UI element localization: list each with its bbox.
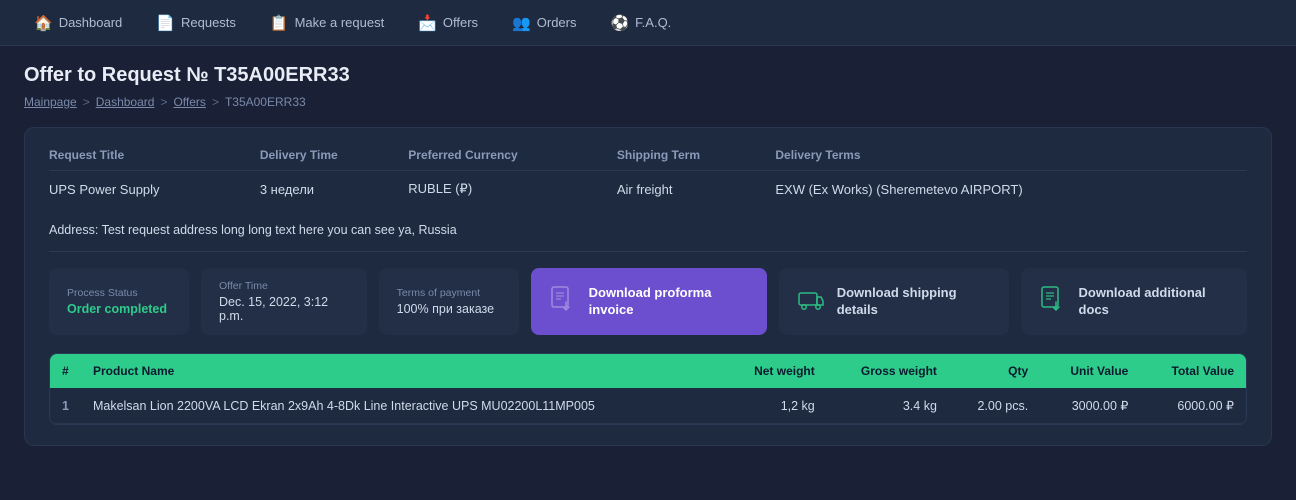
main-content: Offer to Request № T35A00ERR33 Mainpage … (0, 46, 1296, 464)
nav-make-request-label: Make a request (295, 15, 385, 30)
table-row: 1 Makelsan Lion 2200VA LCD Ekran 2x9Ah 4… (50, 388, 1246, 424)
breadcrumb-sep-2: > (160, 95, 167, 109)
proforma-btn-label: Download proforma invoice (589, 285, 749, 319)
th-product: Product Name (81, 354, 723, 388)
breadcrumb: Mainpage > Dashboard > Offers > T35A00ER… (24, 95, 1272, 109)
breadcrumb-dashboard[interactable]: Dashboard (96, 95, 155, 109)
download-proforma-button[interactable]: Download proforma invoice (531, 268, 767, 335)
orders-icon: 👥 (512, 14, 531, 32)
col-delivery-terms: Delivery Terms (775, 148, 1247, 171)
breadcrumb-offers[interactable]: Offers (173, 95, 205, 109)
requests-icon: 📄 (156, 14, 175, 32)
nav-requests-label: Requests (181, 15, 236, 30)
nav-offers-label: Offers (443, 15, 478, 30)
main-card: Request Title Delivery Time Preferred Cu… (24, 127, 1272, 446)
breadcrumb-sep-3: > (212, 95, 219, 109)
faq-icon: ⚽ (610, 14, 629, 32)
breadcrumb-sep-1: > (83, 95, 90, 109)
cell-num: 1 (50, 388, 81, 424)
cell-qty: 2.00 pcs. (949, 388, 1040, 424)
val-delivery-time: 3 недели (260, 171, 408, 198)
address-label: Address: (49, 223, 98, 237)
process-status-label: Process Status (67, 287, 171, 299)
nav-requests[interactable]: 📄 Requests (142, 8, 250, 38)
nav-dashboard[interactable]: 🏠 Dashboard (20, 8, 136, 38)
make-request-icon: 📋 (270, 14, 289, 32)
nav-dashboard-label: Dashboard (59, 15, 123, 30)
docs-btn-label: Download additional docs (1079, 285, 1229, 319)
data-table: # Product Name Net weight Gross weight Q… (50, 354, 1246, 424)
col-currency: Preferred Currency (408, 148, 617, 171)
docs-icon (1039, 285, 1067, 319)
proforma-icon (549, 285, 577, 319)
navbar: 🏠 Dashboard 📄 Requests 📋 Make a request … (0, 0, 1296, 46)
val-request-title: UPS Power Supply (49, 171, 260, 198)
th-gross: Gross weight (827, 354, 949, 388)
col-request-title: Request Title (49, 148, 260, 171)
shipping-icon (797, 285, 825, 319)
cell-net: 1,2 kg (723, 388, 826, 424)
nav-orders-label: Orders (537, 15, 577, 30)
address-row: Address: Test request address long long … (49, 213, 1247, 252)
breadcrumb-mainpage[interactable]: Mainpage (24, 95, 77, 109)
cell-product: Makelsan Lion 2200VA LCD Ekran 2x9Ah 4-8… (81, 388, 723, 424)
payment-label: Terms of payment (397, 287, 501, 299)
offer-time-block: Offer Time Dec. 15, 2022, 3:12 p.m. (201, 268, 367, 335)
nav-faq[interactable]: ⚽ F.A.Q. (596, 8, 685, 38)
nav-make-request[interactable]: 📋 Make a request (256, 8, 398, 38)
val-currency: RUBLE (₽) (408, 171, 617, 198)
dashboard-icon: 🏠 (34, 14, 53, 32)
download-docs-button[interactable]: Download additional docs (1021, 268, 1247, 335)
cell-total: 6000.00 ₽ (1140, 388, 1246, 424)
breadcrumb-current: T35A00ERR33 (225, 95, 306, 109)
th-total: Total Value (1140, 354, 1246, 388)
shipping-btn-label: Download shipping details (837, 285, 991, 319)
actions-row: Process Status Order completed Offer Tim… (49, 268, 1247, 335)
page-title: Offer to Request № T35A00ERR33 (24, 64, 1272, 87)
info-table: Request Title Delivery Time Preferred Cu… (49, 148, 1247, 197)
offer-time-value: Dec. 15, 2022, 3:12 p.m. (219, 295, 349, 323)
cell-gross: 3.4 kg (827, 388, 949, 424)
download-shipping-button[interactable]: Download shipping details (779, 268, 1009, 335)
th-net: Net weight (723, 354, 826, 388)
offers-icon: 📩 (418, 14, 437, 32)
th-qty: Qty (949, 354, 1040, 388)
data-table-wrap: # Product Name Net weight Gross weight Q… (49, 353, 1247, 425)
col-shipping-term: Shipping Term (617, 148, 775, 171)
col-delivery-time: Delivery Time (260, 148, 408, 171)
val-shipping-term: Air freight (617, 171, 775, 198)
address-value: Test request address long long text here… (102, 223, 457, 237)
cell-unit: 3000.00 ₽ (1040, 388, 1140, 424)
offer-time-label: Offer Time (219, 280, 349, 292)
nav-orders[interactable]: 👥 Orders (498, 8, 590, 38)
nav-offers[interactable]: 📩 Offers (404, 8, 492, 38)
process-status-value: Order completed (67, 302, 171, 316)
process-status-block: Process Status Order completed (49, 268, 189, 335)
nav-faq-label: F.A.Q. (635, 15, 671, 30)
payment-value: 100% при заказе (397, 302, 501, 316)
val-delivery-terms: EXW (Ex Works) (Sheremetevo AIRPORT) (775, 171, 1247, 198)
th-num: # (50, 354, 81, 388)
payment-block: Terms of payment 100% при заказе (379, 268, 519, 335)
th-unit: Unit Value (1040, 354, 1140, 388)
